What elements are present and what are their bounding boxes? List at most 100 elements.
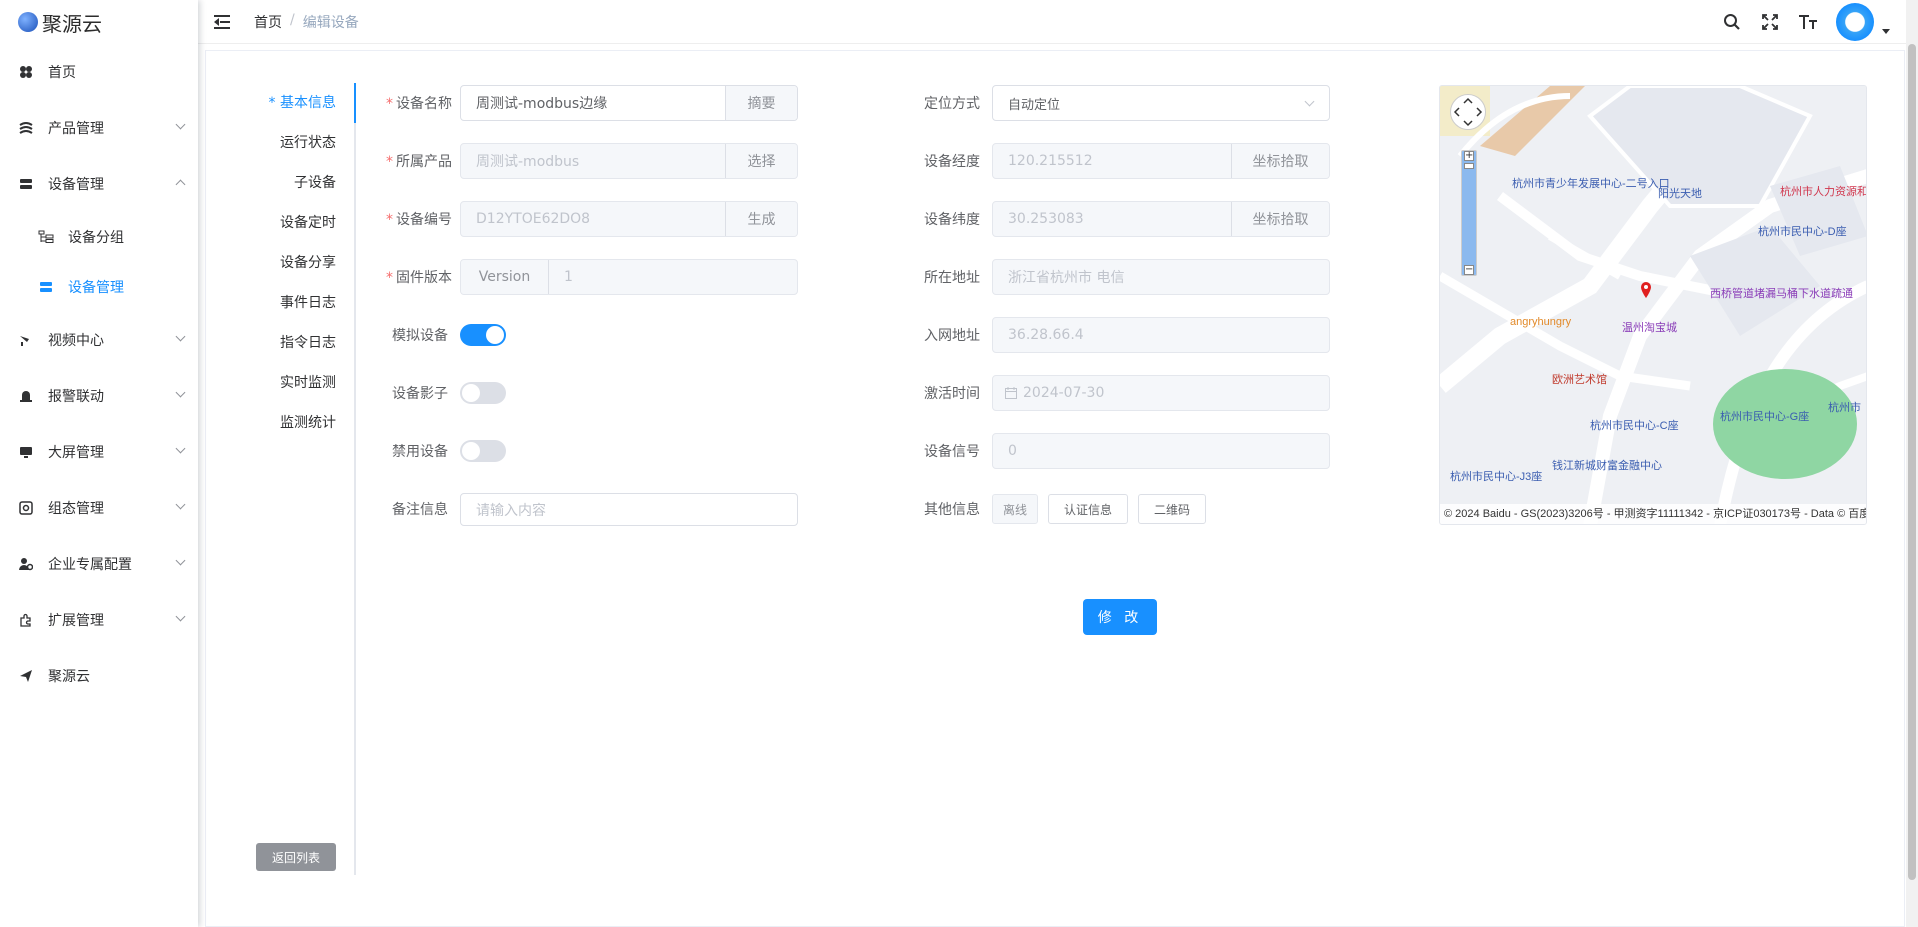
sidebar-item-label: 企业专属配置 [48,557,132,573]
back-to-list-button[interactable]: 返回列表 [256,843,336,871]
tab-command-log[interactable]: 指令日志 [246,323,354,363]
map-poi-label: 杭州市民中心-C座 [1590,420,1679,432]
app-logo[interactable]: 聚源云 [0,0,198,44]
submit-button[interactable]: 修 改 [1083,599,1157,635]
chevron-down-icon [175,499,186,510]
form-row-serial: * 设备编号 D12YTOE62DO8 生成 [386,201,798,237]
tab-basic-info[interactable]: * 基本信息 [246,83,356,123]
map-poi-label: 杭州市民中心-J3座 [1450,471,1543,483]
plugin-icon [18,612,34,628]
locate-label: 定位方式 [924,96,980,112]
menu-toggle-icon[interactable] [214,14,232,29]
simulate-label: 模拟设备 [392,328,448,344]
longitude-label: 设备经度 [924,154,980,170]
app-title: 聚源云 [42,11,102,36]
form-row-firmware: * 固件版本 Version 1 [386,259,798,295]
send-icon [18,668,34,684]
location-pin-icon[interactable] [1640,282,1652,298]
sidebar-item-enterprise[interactable]: 企业专属配置 [0,536,198,592]
sidebar-item-video[interactable]: 视频中心 [0,312,198,368]
page-scrollbar[interactable] [1906,0,1918,927]
form-row-longitude: 设备经度 120.215512 坐标拾取 [918,143,1330,179]
version-prefix: Version [461,260,549,294]
breadcrumb: 首页 / 编辑设备 [254,12,359,32]
pick-coordinate-button[interactable]: 坐标拾取 [1231,202,1329,236]
chevron-down-icon [175,555,186,566]
sidebar-item-label: 报警联动 [48,389,104,405]
map-poi-label: 阳光天地 [1658,188,1702,200]
serial-label: 设备编号 [396,212,452,228]
sidebar: 聚源云 首页 产品管理 设备管理 设备分组 设备管理 视频中心 报警联动 大屏管… [0,0,198,927]
sidebar-item-juyuan[interactable]: 聚源云 [0,648,198,704]
zoom-slider[interactable]: + − [1461,150,1477,276]
avatar[interactable] [1836,3,1874,41]
firmware-input: Version 1 [460,259,798,295]
zoom-handle[interactable] [1464,163,1474,169]
disable-switch[interactable] [460,440,506,462]
search-icon[interactable] [1722,12,1742,32]
simulate-switch[interactable] [460,324,506,346]
device-name-label: 设备名称 [396,96,452,112]
baidu-map[interactable]: + − 杭州市青少年发展中心-二号入口 阳光天地 杭州市人力资源和社会保障局 杭… [1439,85,1867,525]
summary-button[interactable]: 摘要 [725,86,797,120]
form-row-address: 所在地址 浙江省杭州市 电信 [918,259,1330,295]
tab-device-timer[interactable]: 设备定时 [246,203,354,243]
sidebar-item-device-group[interactable]: 设备分组 [0,212,198,262]
logo-icon [18,12,38,32]
sidebar-item-product[interactable]: 产品管理 [0,100,198,156]
tab-event-log[interactable]: 事件日志 [246,283,354,323]
qrcode-button[interactable]: 二维码 [1138,494,1207,524]
device-name-input[interactable]: 周测试-modbus边缘 摘要 [460,85,798,121]
auth-info-button[interactable]: 认证信息 [1048,494,1129,524]
form-row-simulate: 模拟设备 [386,317,506,353]
fullscreen-icon[interactable] [1760,12,1780,32]
pick-coordinate-button[interactable]: 坐标拾取 [1231,144,1329,178]
tab-sub-device[interactable]: 子设备 [246,163,354,203]
sidebar-item-alarm[interactable]: 报警联动 [0,368,198,424]
sidebar-item-label: 视频中心 [48,333,104,349]
sidebar-item-screen[interactable]: 大屏管理 [0,424,198,480]
shadow-switch[interactable] [460,382,506,404]
zoom-out-icon[interactable]: − [1464,265,1474,275]
header: 首页 / 编辑设备 [198,0,1918,44]
sidebar-item-label: 设备分组 [68,230,124,246]
sidebar-item-device-manage[interactable]: 设备管理 [0,262,198,312]
pan-arrows-icon[interactable] [1450,94,1486,130]
sidebar-item-home[interactable]: 首页 [0,44,198,100]
generate-button[interactable]: 生成 [725,202,797,236]
sidebar-item-device[interactable]: 设备管理 [0,156,198,212]
sidebar-item-label: 大屏管理 [48,445,104,461]
sidebar-item-plugin[interactable]: 扩展管理 [0,592,198,648]
sidebar-item-label: 设备管理 [68,280,124,296]
zoom-in-icon[interactable]: + [1464,151,1474,161]
form-row-latitude: 设备纬度 30.253083 坐标拾取 [918,201,1330,237]
sidebar-item-label: 聚源云 [48,669,90,685]
map-poi-label: 杭州市 [1828,402,1861,414]
tab-run-status[interactable]: 运行状态 [246,123,354,163]
device-icon [38,279,54,295]
form-row-network: 入网地址 36.28.66.4 [918,317,1330,353]
video-icon [18,332,34,348]
map-poi-label: 杭州市青少年发展中心-二号入口 [1512,178,1670,190]
map-poi-label: 钱江新城财富金融中心 [1552,460,1662,472]
product-input: 周测试-modbus 选择 [460,143,798,179]
sidebar-item-label: 组态管理 [48,501,104,517]
remark-textarea[interactable]: 请输入内容 [460,492,798,526]
latitude-label: 设备纬度 [924,212,980,228]
tab-device-share[interactable]: 设备分享 [246,243,354,283]
locate-select[interactable]: 自动定位 [992,85,1330,121]
form-row-other: 其他信息 离线 认证信息 二维码 [918,491,1216,527]
address-input: 浙江省杭州市 电信 [992,259,1330,295]
chevron-down-icon [175,443,186,454]
map-poi-label: 温州淘宝城 [1622,322,1677,334]
tab-realtime-monitor[interactable]: 实时监测 [246,363,354,403]
caret-down-icon[interactable] [1882,28,1890,34]
font-size-icon[interactable] [1798,12,1818,32]
form-row-disable: 禁用设备 [386,433,506,469]
sidebar-item-config[interactable]: 组态管理 [0,480,198,536]
form-row-device-name: * 设备名称 周测试-modbus边缘 摘要 [386,85,798,121]
edit-device-card: * 基本信息 运行状态 子设备 设备定时 设备分享 事件日志 指令日志 实时监测… [205,50,1905,927]
tab-monitor-stats[interactable]: 监测统计 [246,403,354,443]
breadcrumb-home[interactable]: 首页 [254,12,282,32]
select-product-button[interactable]: 选择 [725,144,797,178]
